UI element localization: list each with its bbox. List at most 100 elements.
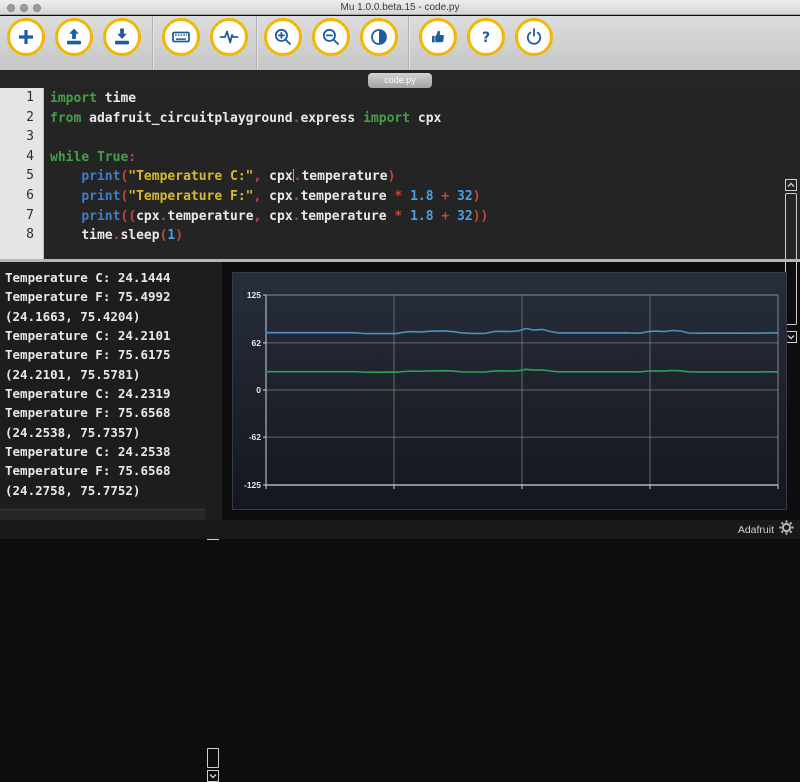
code-token: time (81, 228, 112, 243)
code-line[interactable] (50, 128, 780, 148)
console-line: Temperature C: 24.2538 (0, 442, 222, 461)
zoom-out-button[interactable] (312, 18, 350, 56)
console-line: Temperature C: 24.2101 (0, 326, 222, 345)
code-line[interactable]: print((cpx.temperature, cpx.temperature … (50, 207, 780, 227)
code-token (89, 150, 97, 165)
save-button[interactable] (103, 18, 141, 56)
code-token: time (105, 91, 136, 106)
code-token: True (97, 150, 128, 165)
code-token: temperature (301, 169, 387, 184)
theme-button[interactable] (360, 18, 398, 56)
keyboard-icon (171, 27, 191, 47)
code-line[interactable]: print("Temperature C:", cpx.temperature) (50, 167, 780, 187)
code-token: import (50, 91, 97, 106)
console-lines: Temperature C: 24.1444Temperature F: 75.… (0, 262, 222, 500)
console-hscrollbar[interactable] (0, 509, 205, 520)
console-line: (24.1663, 75.4204) (0, 307, 222, 326)
code-token: cpx (136, 209, 159, 224)
plotter-button[interactable] (210, 18, 248, 56)
code-token (261, 169, 269, 184)
serial-button[interactable] (162, 18, 200, 56)
help-button[interactable]: ? (467, 18, 505, 56)
tab-code-py[interactable]: code.py (368, 73, 432, 88)
code-token: "Temperature F:" (128, 189, 253, 204)
waveform-icon (219, 27, 239, 47)
quit-button[interactable] (515, 18, 553, 56)
code-token (261, 209, 269, 224)
code-line[interactable]: print("Temperature F:", cpx.temperature … (50, 187, 780, 207)
console-line: Temperature F: 75.6568 (0, 461, 222, 480)
code-editor[interactable]: 12345678 import timefrom adafruit_circui… (0, 88, 800, 259)
check-button[interactable] (419, 18, 457, 56)
toolbar: ? (0, 16, 800, 70)
line-number: 1 (0, 88, 43, 108)
console-line: Temperature C: 24.2319 (0, 384, 222, 403)
gutter: 12345678 (0, 88, 44, 259)
code-token: 1.8 (410, 189, 433, 204)
code-lines[interactable]: import timefrom adafruit_circuitplaygrou… (44, 88, 780, 259)
code-line[interactable]: time.sleep(1) (50, 226, 780, 246)
code-line[interactable]: from adafruit_circuitplayground.express … (50, 109, 780, 129)
y-tick-label: 125 (247, 290, 261, 300)
code-line[interactable]: import time (50, 89, 780, 109)
console-line: Temperature C: 24.1444 (0, 268, 222, 287)
plus-icon (16, 27, 36, 47)
code-token (402, 209, 410, 224)
editor-scroll-up-button[interactable] (785, 179, 797, 191)
code-token: import (363, 111, 410, 126)
code-token (449, 209, 457, 224)
code-token: 32 (457, 189, 473, 204)
new-button[interactable] (7, 18, 45, 56)
code-token: temperature (300, 189, 386, 204)
code-token: 32 (457, 209, 473, 224)
console-line: Temperature F: 75.4992 (0, 287, 222, 306)
code-token: while (50, 150, 89, 165)
code-token (81, 111, 89, 126)
svg-text:?: ? (482, 30, 490, 46)
code-token: cpx (418, 111, 441, 126)
code-token: print (81, 169, 120, 184)
toolbar-separator (408, 16, 409, 70)
code-line[interactable]: while True: (50, 148, 780, 168)
statusbar: Adafruit (0, 520, 800, 539)
code-token: adafruit_circuitplayground (89, 111, 293, 126)
code-token: sleep (120, 228, 159, 243)
code-token: ) (175, 228, 183, 243)
tabbar: code.py (0, 70, 800, 88)
code-token: temperature (167, 209, 253, 224)
code-token (50, 209, 81, 224)
code-token: : (128, 150, 136, 165)
line-number: 5 (0, 166, 43, 186)
magnifier-plus-icon (273, 27, 293, 47)
toolbar-separator (152, 16, 153, 70)
code-token: cpx (269, 169, 292, 184)
board-status-label: Adafruit (738, 524, 774, 536)
code-token: (( (120, 209, 136, 224)
console-line: (24.2758, 75.7752) (0, 481, 222, 500)
console-line: Temperature F: 75.6568 (0, 403, 222, 422)
line-number: 8 (0, 225, 43, 245)
console-line: (24.2538, 75.7357) (0, 423, 222, 442)
y-tick-label: 62 (252, 338, 262, 348)
zoom-in-button[interactable] (264, 18, 302, 56)
gear-icon[interactable] (779, 520, 794, 540)
console-scrollbar-thumb[interactable] (207, 748, 219, 768)
serial-console[interactable]: Temperature C: 24.1444Temperature F: 75.… (0, 262, 222, 520)
code-token: cpx (269, 189, 292, 204)
code-token: print (81, 209, 120, 224)
y-tick-label: 0 (256, 385, 261, 395)
code-token: ) (473, 189, 481, 204)
console-scroll-down-button[interactable] (207, 770, 219, 782)
line-number: 3 (0, 127, 43, 147)
y-tick-label: -125 (244, 480, 261, 490)
code-token: print (81, 189, 120, 204)
load-button[interactable] (55, 18, 93, 56)
code-token (261, 189, 269, 204)
line-number: 7 (0, 206, 43, 226)
code-token: from (50, 111, 81, 126)
contrast-icon (369, 27, 389, 47)
code-token: express (300, 111, 355, 126)
console-line: (24.2101, 75.5781) (0, 365, 222, 384)
code-token (410, 111, 418, 126)
magnifier-minus-icon (321, 27, 341, 47)
